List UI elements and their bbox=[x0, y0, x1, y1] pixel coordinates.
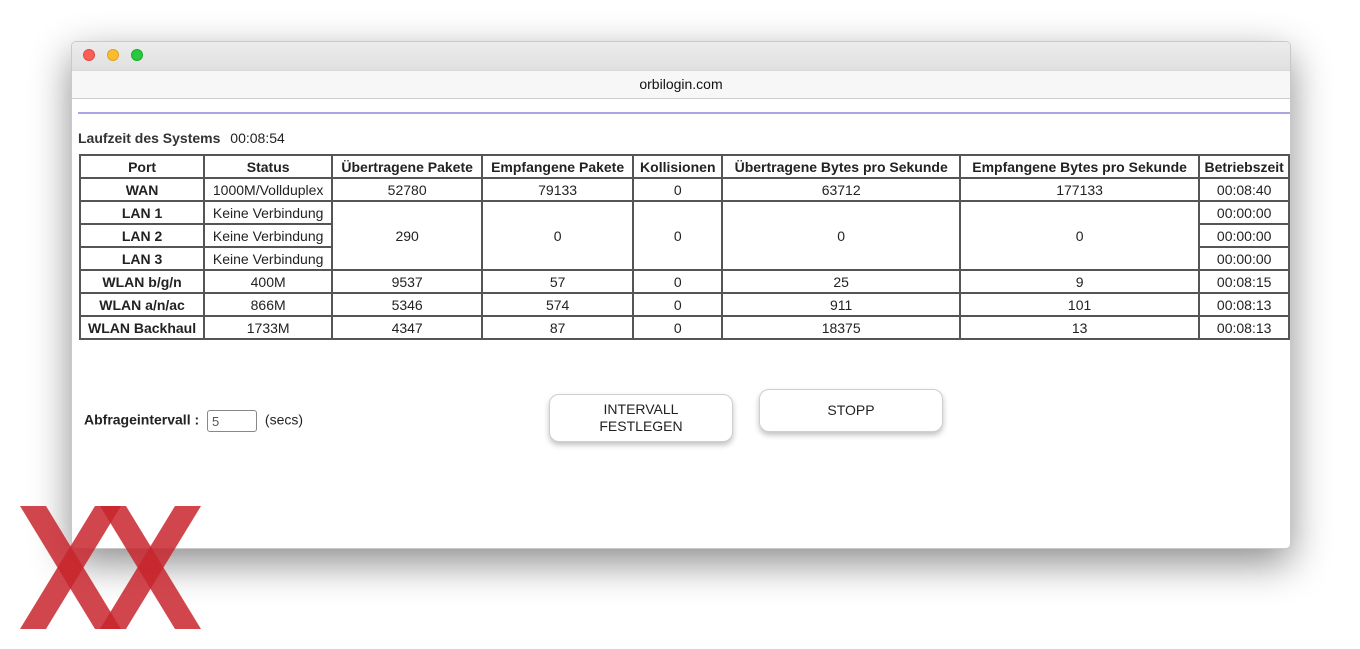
status-cell: 1733M bbox=[203, 315, 334, 340]
column-header: Kollisionen bbox=[632, 154, 724, 179]
table-row: WAN 1000M/Vollduplex 52780 79133 0 63712… bbox=[78, 177, 1290, 202]
rx-packets-cell: 79133 bbox=[481, 177, 635, 202]
tx-packets-cell: 52780 bbox=[331, 177, 484, 202]
interval-input[interactable] bbox=[207, 410, 258, 432]
rx-packets-cell: 574 bbox=[481, 292, 635, 317]
port-cell: LAN 3 bbox=[78, 246, 206, 271]
page-content: Laufzeit des Systems 00:08:54 Port Statu… bbox=[72, 98, 1290, 548]
status-cell: 400M bbox=[203, 269, 334, 294]
tx-bps-cell: 63712 bbox=[721, 177, 961, 202]
minimize-window-icon[interactable] bbox=[107, 49, 119, 61]
column-header: Empfangene Pakete bbox=[481, 154, 635, 179]
column-header: Betriebszeit bbox=[1198, 154, 1290, 179]
rx-packets-cell: 57 bbox=[481, 269, 635, 294]
uptime-cell: 00:08:13 bbox=[1198, 315, 1290, 340]
tx-bps-cell: 18375 bbox=[721, 315, 961, 340]
table-row: WLAN a/n/ac 866M 5346 574 0 911 101 00:0… bbox=[78, 292, 1290, 317]
rx-bps-cell: 177133 bbox=[958, 177, 1201, 202]
xx-logo-icon bbox=[20, 506, 201, 629]
table-header-row: Port Status Übertragene Pakete Empfangen… bbox=[78, 154, 1290, 179]
uptime-cell: 00:08:13 bbox=[1198, 292, 1290, 317]
port-cell: WAN bbox=[78, 177, 206, 202]
browser-window: orbilogin.com Laufzeit des Systems 00:08… bbox=[71, 41, 1291, 549]
rx-bps-cell: 13 bbox=[958, 315, 1201, 340]
tx-packets-cell: 9537 bbox=[331, 269, 484, 294]
port-cell: WLAN Backhaul bbox=[78, 315, 206, 340]
interval-unit: (secs) bbox=[264, 411, 304, 428]
lan-rx-bps-cell: 0 bbox=[958, 200, 1201, 271]
column-header: Port bbox=[78, 154, 206, 179]
divider-line bbox=[78, 112, 1290, 114]
system-uptime: Laufzeit des Systems 00:08:54 bbox=[78, 130, 285, 146]
column-header: Übertragene Pakete bbox=[331, 154, 484, 179]
tx-packets-cell: 4347 bbox=[331, 315, 484, 340]
collisions-cell: 0 bbox=[632, 177, 724, 202]
collisions-cell: 0 bbox=[632, 315, 724, 340]
port-cell: LAN 2 bbox=[78, 223, 206, 248]
rx-packets-cell: 87 bbox=[481, 315, 635, 340]
port-statistics-table: Port Status Übertragene Pakete Empfangen… bbox=[78, 154, 1290, 340]
port-cell: WLAN a/n/ac bbox=[78, 292, 206, 317]
rx-bps-cell: 101 bbox=[958, 292, 1201, 317]
uptime-cell: 00:08:15 bbox=[1198, 269, 1290, 294]
tx-bps-cell: 25 bbox=[721, 269, 961, 294]
set-interval-button[interactable]: INTERVALL FESTLEGEN bbox=[549, 394, 733, 442]
port-cell: WLAN b/g/n bbox=[78, 269, 206, 294]
title-bar bbox=[72, 42, 1290, 70]
stop-button[interactable]: STOPP bbox=[759, 389, 943, 432]
lan-tx-bps-cell: 0 bbox=[721, 200, 961, 271]
address-bar[interactable]: orbilogin.com bbox=[72, 70, 1290, 99]
uptime-label: Laufzeit des Systems bbox=[78, 130, 221, 146]
close-window-icon[interactable] bbox=[83, 49, 95, 61]
table-row: WLAN b/g/n 400M 9537 57 0 25 9 00:08:15 bbox=[78, 269, 1290, 294]
collisions-cell: 0 bbox=[632, 269, 724, 294]
interval-label: Abfrageintervall : bbox=[84, 411, 200, 428]
uptime-cell: 00:00:00 bbox=[1198, 223, 1290, 248]
zoom-window-icon[interactable] bbox=[131, 49, 143, 61]
status-cell: Keine Verbindung bbox=[203, 246, 334, 271]
tx-bps-cell: 911 bbox=[721, 292, 961, 317]
lan-collisions-cell: 0 bbox=[632, 200, 724, 271]
status-cell: Keine Verbindung bbox=[203, 200, 334, 225]
rx-bps-cell: 9 bbox=[958, 269, 1201, 294]
tx-packets-cell: 5346 bbox=[331, 292, 484, 317]
column-header: Status bbox=[203, 154, 334, 179]
url-text: orbilogin.com bbox=[639, 76, 723, 92]
collisions-cell: 0 bbox=[632, 292, 724, 317]
column-header: Übertragene Bytes pro Sekunde bbox=[721, 154, 961, 179]
status-cell: Keine Verbindung bbox=[203, 223, 334, 248]
table-row: WLAN Backhaul 1733M 4347 87 0 18375 13 0… bbox=[78, 315, 1290, 340]
status-cell: 1000M/Vollduplex bbox=[203, 177, 334, 202]
port-cell: LAN 1 bbox=[78, 200, 206, 225]
status-cell: 866M bbox=[203, 292, 334, 317]
column-header: Empfangene Bytes pro Sekunde bbox=[958, 154, 1201, 179]
table-row: LAN 1 Keine Verbindung 290 0 0 0 0 00:00… bbox=[78, 200, 1290, 271]
lan-tx-packets-cell: 290 bbox=[331, 200, 484, 271]
lan-rx-packets-cell: 0 bbox=[481, 200, 635, 271]
uptime-value: 00:08:54 bbox=[230, 130, 285, 146]
uptime-cell: 00:00:00 bbox=[1198, 246, 1290, 271]
poll-interval: Abfrageintervall : (secs) bbox=[84, 410, 303, 432]
uptime-cell: 00:08:40 bbox=[1198, 177, 1290, 202]
uptime-cell: 00:00:00 bbox=[1198, 200, 1290, 225]
